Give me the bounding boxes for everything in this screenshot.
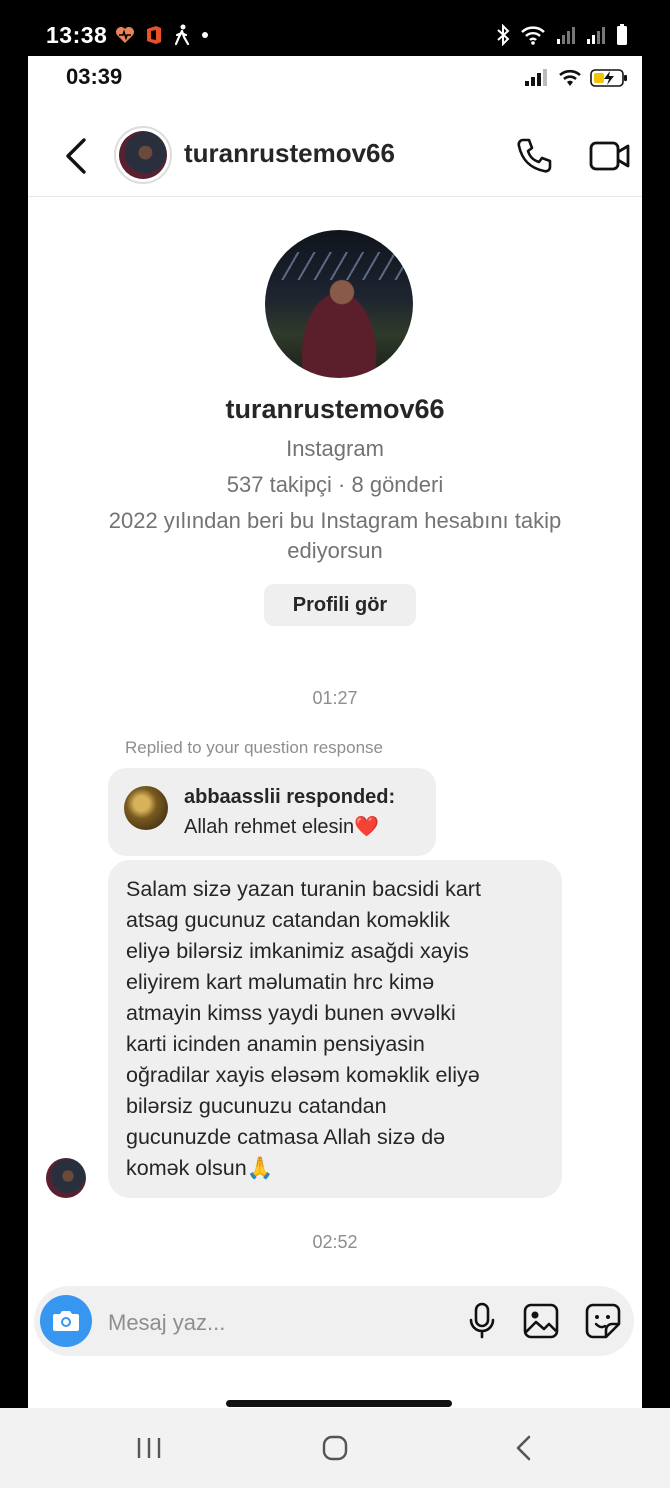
android-clock: 13:38	[46, 22, 108, 48]
signal-1-icon	[557, 27, 575, 44]
battery-charging-icon	[590, 69, 627, 87]
message-line: Salam sizə yazan turanin bacsidi kart	[126, 877, 481, 901]
message-line: eliyə bilərsiz imkanimiz asağdi xayis	[126, 939, 469, 963]
reply-text: Allah rehmet elesin❤️	[184, 816, 379, 838]
phone-icon[interactable]	[514, 136, 554, 176]
battery-icon	[617, 24, 627, 45]
wifi-icon	[559, 69, 581, 86]
message-line: bilərsiz gucunuzu catandan	[126, 1094, 387, 1118]
walking-icon	[174, 24, 190, 46]
message-line: karti icinden anamin pensiyasin	[126, 1032, 425, 1056]
profile-photo[interactable]	[265, 230, 413, 378]
message-timestamp: 02:52	[312, 1232, 358, 1252]
signal-2-icon	[587, 27, 605, 44]
view-profile-button[interactable]: Profili gör	[264, 584, 416, 626]
message-line: eliyirem kart məlumatin hrc kimə	[126, 970, 435, 994]
back-icon[interactable]	[514, 1434, 532, 1462]
heart-emoji: ❤️	[354, 816, 379, 838]
heart-health-icon	[116, 27, 134, 43]
message-bubble[interactable]: Salam sizə yazan turanin bacsidi kart at…	[108, 860, 562, 1198]
camera-icon	[53, 1311, 79, 1331]
story-reply-card[interactable]: abbaasslii responded: Allah rehmet elesi…	[108, 768, 436, 856]
image-icon[interactable]	[522, 1302, 560, 1340]
home-indicator	[226, 1400, 452, 1407]
reply-avatar	[124, 786, 168, 830]
profile-platform: Instagram	[286, 436, 384, 461]
profile-name: turanrustemov66	[225, 394, 445, 424]
header-username[interactable]: turanrustemov66	[184, 138, 395, 169]
wifi-icon	[521, 26, 545, 45]
cellular-icon	[525, 69, 547, 86]
sender-avatar[interactable]	[46, 1158, 86, 1198]
android-status-bar: 13:38	[0, 0, 670, 56]
ios-clock: 03:39	[66, 64, 123, 89]
message-line: oğradilar xayis eləsəm koməklik eliyə	[126, 1063, 480, 1087]
replied-note: Replied to your question response	[125, 738, 383, 757]
system-icons	[496, 24, 628, 46]
dot-icon	[202, 32, 208, 38]
notification-icons	[115, 24, 209, 46]
video-camera-icon[interactable]	[588, 138, 632, 174]
reply-title: abbaasslii responded:	[184, 786, 396, 808]
header-avatar[interactable]	[114, 126, 172, 184]
message-line: atsag gucunuz catandan koməklik	[126, 908, 450, 932]
message-timestamp: 01:27	[312, 688, 358, 708]
home-icon[interactable]	[322, 1435, 348, 1461]
message-input[interactable]	[106, 1306, 410, 1340]
ios-system-icons	[524, 68, 630, 88]
bluetooth-icon	[497, 24, 510, 46]
chat-header: turanrustemov66	[28, 116, 642, 197]
profile-follow-since: 2022 yılından beri bu Instagram hesabını…	[108, 508, 562, 563]
message-line: gucunuzde catmasa Allah sizə də	[126, 1125, 446, 1149]
profile-stats: 537 takipçi · 8 gönderi	[226, 472, 444, 497]
message-composer	[34, 1286, 634, 1356]
camera-button[interactable]	[40, 1295, 92, 1347]
android-navigation-bar	[0, 1408, 670, 1488]
ios-status-bar: 03:39	[28, 56, 642, 100]
chevron-left-icon[interactable]	[62, 136, 92, 176]
recent-apps-icon[interactable]	[136, 1436, 162, 1460]
message-line: atmayin kimss yaydi bunen əvvəlki	[126, 1001, 456, 1025]
sticker-icon[interactable]	[584, 1302, 622, 1340]
instagram-dm-screen: 03:39 turanrustemov66 turanrustemov66 In…	[28, 56, 642, 1408]
message-line: komək olsun🙏	[126, 1156, 274, 1180]
office-icon	[147, 26, 161, 44]
microphone-icon[interactable]	[466, 1302, 498, 1340]
